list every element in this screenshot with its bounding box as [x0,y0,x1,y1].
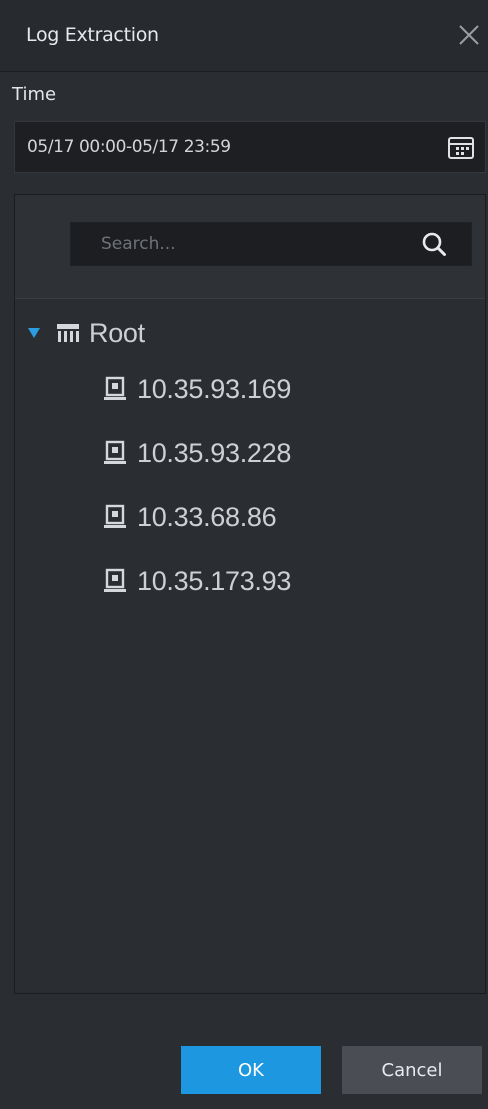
organization-icon [55,322,81,344]
tree-node-device[interactable]: 10.35.173.93 [103,561,291,601]
tree-node-label: 10.33.68.86 [137,501,277,532]
device-icon [103,504,127,530]
tree-node-device[interactable]: 10.35.93.169 [103,369,291,409]
tree-node-label: 10.35.93.228 [137,437,292,468]
tree-node-root[interactable]: Root [27,313,145,353]
device-tree-panel: Root 10.35.93.169 10.35.93.228 [14,194,486,994]
dialog-title: Log Extraction [26,24,159,46]
tree-node-device[interactable]: 10.35.93.228 [103,433,291,473]
ok-button[interactable]: OK [181,1046,321,1094]
time-range-field[interactable]: 05/17 00:00-05/17 23:59 [14,121,486,173]
tree-node-label: Root [89,317,145,348]
tree-node-device[interactable]: 10.33.68.86 [103,497,277,537]
expand-arrow-icon[interactable] [27,327,41,339]
search-icon[interactable] [421,231,447,257]
search-area [15,195,485,299]
search-input[interactable] [101,223,421,265]
device-icon [103,440,127,466]
search-box[interactable] [70,222,472,266]
time-range-value: 05/17 00:00-05/17 23:59 [27,137,231,157]
device-icon [103,568,127,594]
tree-node-label: 10.35.93.169 [137,373,292,404]
device-icon [103,376,127,402]
tree-node-label: 10.35.173.93 [137,565,292,596]
time-label: Time [12,84,57,105]
dialog-titlebar: Log Extraction [0,0,488,72]
calendar-icon[interactable] [447,136,475,160]
close-icon[interactable] [454,20,484,50]
cancel-button[interactable]: Cancel [342,1046,482,1094]
